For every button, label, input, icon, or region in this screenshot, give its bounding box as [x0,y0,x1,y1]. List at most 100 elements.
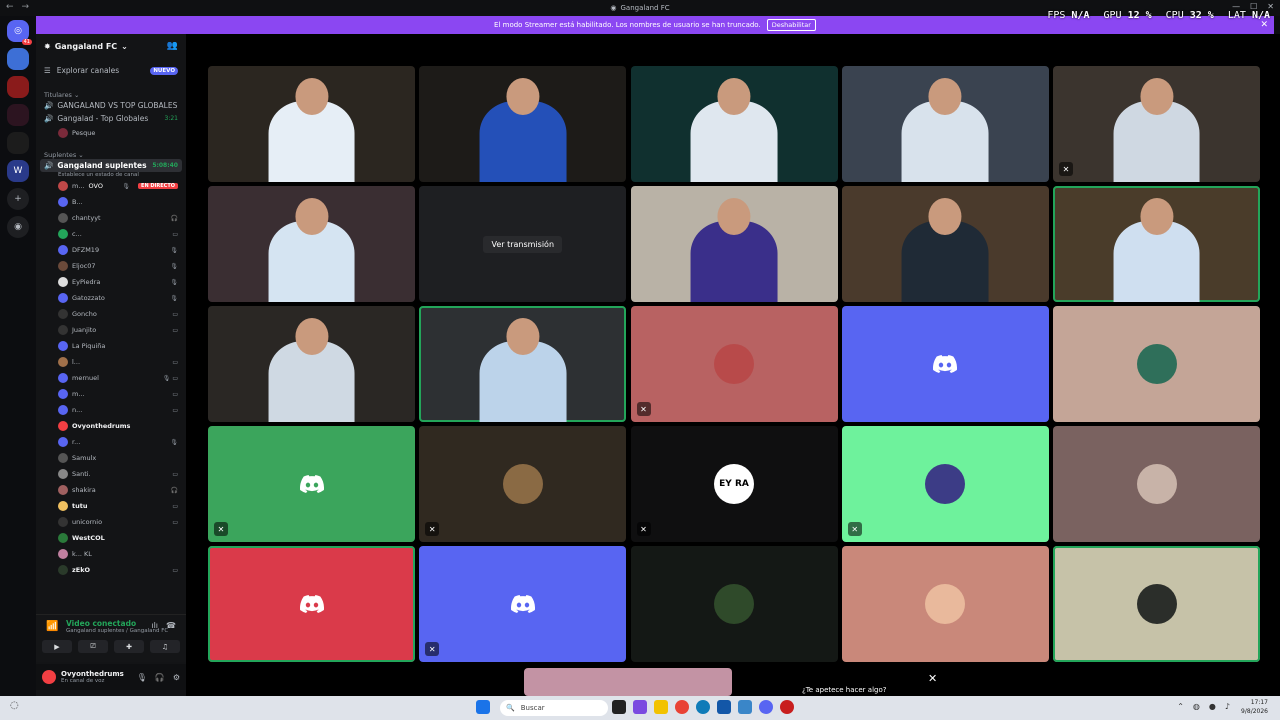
watch-stream-button[interactable]: Ver transmisión [483,235,563,253]
forward-arrow-icon[interactable]: → [22,2,30,12]
direct-messages-icon[interactable]: ◎ 41 [7,20,32,45]
mail-icon[interactable] [738,700,752,714]
store-icon[interactable] [717,700,731,714]
user-avatar[interactable] [42,670,56,684]
server-header[interactable]: ✸ Gangaland FC ⌄ 👥 [36,34,186,58]
member-row[interactable]: k... KL [36,546,186,562]
participant-tile[interactable] [841,306,1049,422]
server-icon-3[interactable] [7,104,29,126]
member-row[interactable]: Gatozzato 🎙 [36,290,186,306]
server-icon-2[interactable] [7,76,29,98]
participant-tile[interactable] [419,66,627,182]
disable-streamer-button[interactable]: Deshabilitar [766,19,816,31]
participant-tile[interactable] [1053,426,1260,542]
member-row[interactable]: Juanjito ▭ [36,322,186,338]
participant-tile[interactable] [630,186,838,302]
member-row[interactable]: l... ▭ [36,354,186,370]
member-row[interactable]: tutu ▭ [36,498,186,514]
participant-tile[interactable] [1053,306,1260,422]
participant-tile[interactable]: ✕ [419,546,627,662]
participant-tile[interactable] [208,546,415,662]
noise-suppression-icon[interactable]: ılı [151,621,158,630]
member-row[interactable]: r... 🎙 [36,434,186,450]
participant-tile[interactable] [419,306,627,422]
add-user-icon[interactable]: 👥 [167,41,178,51]
member-row[interactable]: EyPiedra 🎙 [36,274,186,290]
chrome-icon[interactable] [675,700,689,714]
channel-gangaland-suplentes[interactable]: 🔊 Gangaland suplentes 5:08:40 [40,159,182,172]
member-row[interactable]: chantyyt 🎧 [36,210,186,226]
participant-tile[interactable] [208,306,415,422]
member-row[interactable]: La Piquiña [36,338,186,354]
camera-off-button[interactable]: ▶ [42,640,72,653]
start-icon[interactable] [476,700,490,714]
category-titulares[interactable]: Titulares ⌄ [36,91,186,99]
edge-icon[interactable] [696,700,710,714]
member-row[interactable]: c... ▭ [36,226,186,242]
member-row[interactable]: Ovyonthedrums [36,418,186,434]
mic-icon[interactable]: 🎙 [137,673,147,682]
participant-tile[interactable] [1053,546,1260,662]
close-banner-icon[interactable]: ✕ [1260,20,1268,30]
soundboard-button[interactable]: ♫ [150,640,180,653]
participant-tile[interactable]: ✕ [1053,66,1260,182]
participant-tile[interactable] [630,546,838,662]
member-row[interactable]: Samulx [36,450,186,466]
member-row[interactable]: mernuel 🎙 ▭ [36,370,186,386]
participant-tile[interactable] [841,66,1049,182]
app-taskbar-icon[interactable] [780,700,794,714]
participant-tile[interactable] [841,186,1049,302]
activity-suggestion[interactable]: ¿Te apetece hacer algo? [802,686,886,694]
clock[interactable]: 17:17 9/8/2026 [1241,698,1268,716]
participant-tile[interactable] [208,66,415,182]
channel-top-globales[interactable]: 🔊 Gangalad - Top Globales 3:21 [36,112,186,125]
member-row[interactable]: m... OVO 🎙 EN DIRECTO [36,178,186,194]
member-row[interactable]: m... ▭ [36,386,186,402]
back-arrow-icon[interactable]: ← [6,2,14,12]
server-icon-gangaland[interactable]: W [7,160,29,182]
widgets-icon[interactable]: ◌ [10,700,19,711]
file-explorer-icon[interactable] [654,700,668,714]
member-row[interactable]: WestCOL [36,530,186,546]
participant-tile[interactable]: ✕ [419,426,627,542]
participant-tile[interactable]: ✕ [630,306,838,422]
member-row[interactable]: unicornio ▭ [36,514,186,530]
task-view-icon[interactable] [612,700,626,714]
close-suggestion-icon[interactable]: ✕ [928,672,937,685]
member-row[interactable]: zEkO ▭ [36,562,186,578]
channel-gangaland-vs[interactable]: 🔊 GANGALAND VS TOP GLOBALES [36,99,186,112]
category-suplentes[interactable]: Suplentes ⌄ [36,151,186,159]
activities-button[interactable]: ✚ [114,640,144,653]
server-icon-1[interactable] [7,48,29,70]
discord-taskbar-icon[interactable] [759,700,773,714]
mic-tray-icon[interactable]: ● [1209,702,1216,711]
voice-user[interactable]: Pesque [36,125,186,141]
member-row[interactable]: Eljoc07 🎙 [36,258,186,274]
participant-tile[interactable]: Ver transmisión [419,186,627,302]
explore-servers-icon[interactable]: ◉ [7,216,29,238]
server-icon-4[interactable] [7,132,29,154]
explore-channels[interactable]: ☰ Explorar canales NUEVO [36,60,186,81]
member-row[interactable]: B... [36,194,186,210]
disconnect-icon[interactable]: ☎ [166,621,176,630]
wifi-icon[interactable]: ◍ [1193,702,1200,711]
member-row[interactable]: shakira 🎧 [36,482,186,498]
participant-tile[interactable]: ✕ [841,426,1049,542]
participant-tile[interactable]: EY RA ✕ [630,426,838,542]
chevron-up-icon[interactable]: ⌃ [1177,702,1184,711]
copilot-icon[interactable] [633,700,647,714]
participant-tile[interactable] [630,66,838,182]
member-row[interactable]: Goncho ▭ [36,306,186,322]
member-row[interactable]: Santi. ▭ [36,466,186,482]
add-server-icon[interactable]: + [7,188,29,210]
participant-tile[interactable]: ✕ [208,426,415,542]
share-screen-button[interactable]: ⎚ [78,640,108,653]
participant-tile[interactable] [1053,186,1260,302]
participant-tile[interactable] [841,546,1049,662]
member-row[interactable]: n... ▭ [36,402,186,418]
participant-tile[interactable] [208,186,415,302]
headphones-icon[interactable]: 🎧 [155,673,165,682]
volume-icon[interactable]: ♪ [1225,702,1230,711]
call-toolbar[interactable] [524,668,732,696]
member-row[interactable]: DFZM19 🎙 [36,242,186,258]
